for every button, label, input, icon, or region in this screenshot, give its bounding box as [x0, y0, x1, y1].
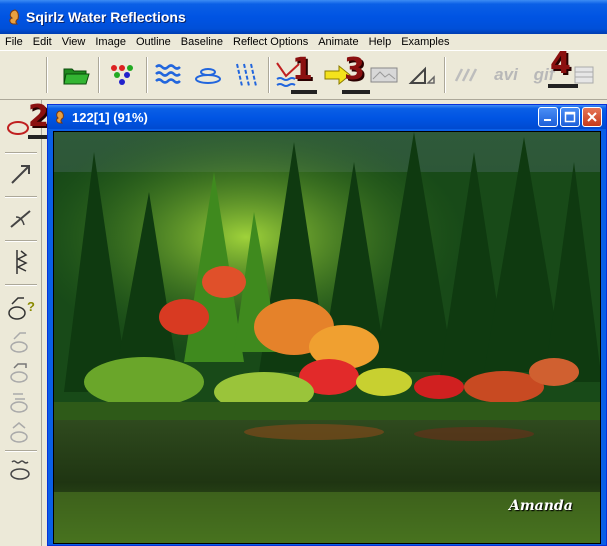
disabled-ellipse-icon	[10, 422, 28, 443]
toolbar-separator	[444, 57, 446, 93]
disabled-ellipse-icon	[10, 393, 28, 413]
ripples-icon	[195, 68, 221, 84]
minimize-button[interactable]	[538, 107, 558, 127]
signature-watermark: Amanda	[509, 498, 573, 514]
toolbar-separator	[146, 57, 148, 93]
ellipse-question-icon: ?	[8, 297, 35, 320]
zigzag-line-icon	[16, 250, 28, 274]
toolbar-separator	[268, 57, 270, 93]
shape-help-button[interactable]: ?	[5, 294, 37, 322]
perspective-button[interactable]	[406, 59, 438, 91]
app-titlebar[interactable]: Sqirlz Water Reflections	[0, 0, 607, 34]
arrow-tool-button[interactable]	[5, 160, 37, 188]
left-separator	[5, 240, 37, 242]
close-button[interactable]	[582, 107, 602, 127]
color-dots-button[interactable]	[106, 59, 138, 91]
callout-3: 3	[344, 52, 365, 87]
menubar: File Edit View Image Outline Baseline Re…	[0, 34, 607, 50]
menu-outline[interactable]: Outline	[136, 36, 171, 48]
animation-waves-button[interactable]	[452, 59, 484, 91]
callout-1-underline	[291, 90, 317, 94]
angle-measure-icon	[10, 210, 31, 228]
squirrel-doc-icon	[56, 110, 64, 124]
water-ellipse-button[interactable]	[5, 456, 37, 484]
water-waves-icon	[155, 64, 181, 84]
menu-baseline[interactable]: Baseline	[181, 36, 223, 48]
maximize-icon	[564, 111, 576, 123]
menu-file[interactable]: File	[5, 36, 23, 48]
forest-lake-photo	[54, 132, 600, 543]
rain-button[interactable]	[230, 59, 262, 91]
shape-tool-4-button[interactable]	[5, 388, 37, 416]
close-icon	[587, 112, 597, 122]
menu-image[interactable]: Image	[95, 36, 126, 48]
left-separator	[5, 196, 37, 198]
preview-frame-button[interactable]	[368, 59, 400, 91]
callout-1: 1	[292, 52, 313, 87]
save-avi-button[interactable]: avi	[490, 59, 522, 91]
menu-animate[interactable]: Animate	[318, 36, 358, 48]
menu-reflect-options[interactable]: Reflect Options	[233, 36, 308, 48]
toolbar-separator	[98, 57, 100, 93]
image-window-title: 122[1] (91%)	[72, 109, 148, 125]
zigzag-tool-button[interactable]	[5, 248, 37, 276]
water-ellipse-icon	[10, 460, 30, 480]
water-waves-button[interactable]	[153, 59, 185, 91]
svg-text:?: ?	[27, 299, 35, 314]
disabled-ellipse-icon	[10, 332, 28, 353]
minimize-icon	[544, 119, 551, 121]
shape-tool-2-button[interactable]	[5, 328, 37, 356]
shape-tool-5-button[interactable]	[5, 418, 37, 446]
callout-2: 2	[28, 99, 49, 134]
toolbar: 1 3 avi gif 4	[0, 49, 607, 100]
left-separator	[5, 152, 37, 154]
toolbar-separator	[46, 57, 48, 93]
left-toolbar: 2 ?	[0, 100, 56, 546]
color-palette-icon	[111, 65, 133, 85]
callout-3-underline	[342, 90, 370, 94]
image-window-titlebar[interactable]: 122[1] (91%)	[48, 105, 606, 129]
app-title: Sqirlz Water Reflections	[26, 9, 186, 25]
disabled-ellipse-icon	[10, 363, 28, 383]
perspective-triangle-icon	[408, 66, 435, 84]
left-separator	[5, 450, 37, 452]
landscape-frame-icon	[370, 67, 398, 83]
disabled-waves-icon	[454, 68, 478, 82]
image-canvas[interactable]: Amanda	[53, 131, 601, 544]
diagonal-arrow-icon	[11, 165, 30, 184]
angle-tool-button[interactable]	[5, 204, 37, 232]
avi-label: avi	[494, 65, 518, 84]
menu-edit[interactable]: Edit	[33, 36, 52, 48]
rain-streaks-icon	[236, 63, 257, 87]
shape-tool-3-button[interactable]	[5, 358, 37, 386]
image-window[interactable]: 122[1] (91%) Amanda	[47, 104, 607, 546]
maximize-button[interactable]	[560, 107, 580, 127]
open-folder-icon	[63, 68, 90, 85]
ripples-button[interactable]	[192, 59, 224, 91]
left-separator	[5, 284, 37, 286]
menu-view[interactable]: View	[62, 36, 86, 48]
menu-examples[interactable]: Examples	[401, 36, 449, 48]
open-button[interactable]	[60, 59, 92, 91]
menu-help[interactable]: Help	[369, 36, 392, 48]
film-strip-icon	[574, 66, 594, 84]
film-strip-button[interactable]	[566, 59, 598, 91]
squirrel-app-icon	[9, 9, 19, 25]
